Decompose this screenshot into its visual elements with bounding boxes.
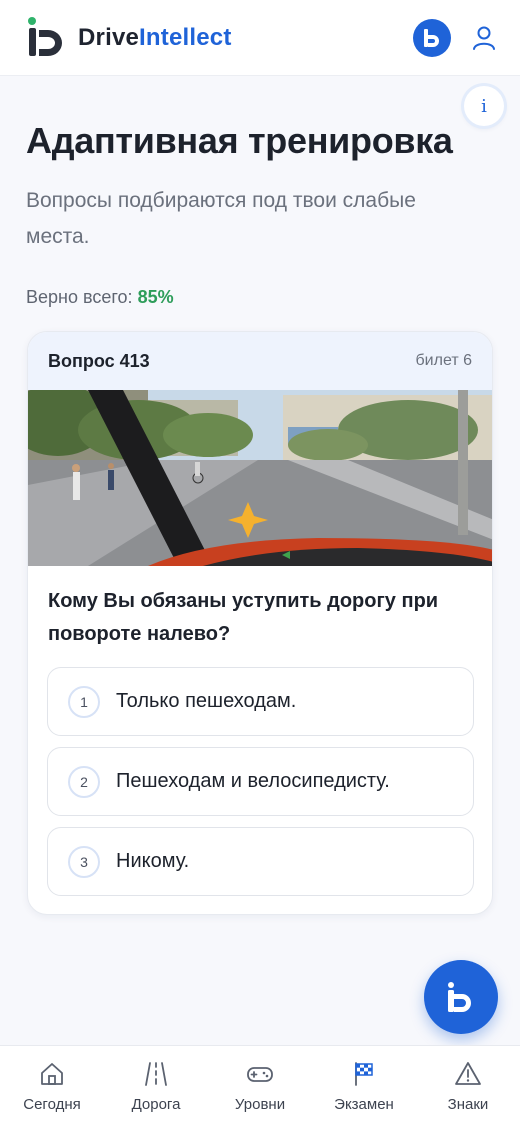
bottom-navigation: Сегодня Дорога Уровни Экзамен Знаки: [0, 1045, 520, 1125]
nav-label: Сегодня: [23, 1096, 81, 1113]
answer-text: Никому.: [116, 850, 190, 872]
brand-part-intellect: Intellect: [139, 24, 232, 51]
answer-number: 2: [68, 766, 100, 798]
brand-badge-button[interactable]: [413, 19, 451, 57]
info-icon: i: [481, 95, 487, 117]
score-label: Верно всего:: [26, 287, 133, 307]
answer-option-2[interactable]: 2 Пешеходам и велосипедисту.: [47, 747, 474, 816]
road-icon: [145, 1062, 167, 1086]
question-card-header: Вопрос 413 билет 6: [28, 332, 492, 390]
ticket-label: билет 6: [415, 352, 472, 369]
nav-label: Уровни: [234, 1096, 286, 1113]
brand-name[interactable]: DriveIntellect: [78, 24, 232, 52]
answer-text: Пешеходам и велосипедисту.: [116, 770, 390, 792]
nav-item-road[interactable]: Дорога: [104, 1046, 208, 1125]
warning-sign-icon: [455, 1062, 481, 1085]
answer-option-3[interactable]: 3 Никому.: [47, 827, 474, 896]
page-title: Адаптивная тренировка: [26, 120, 453, 161]
nav-item-levels[interactable]: Уровни: [208, 1046, 312, 1125]
brand-b-icon: [448, 982, 471, 1012]
nav-label: Дорога: [131, 1096, 181, 1113]
nav-item-signs[interactable]: Знаки: [416, 1046, 520, 1125]
question-image: [28, 390, 492, 566]
logo-icon[interactable]: [26, 16, 66, 60]
answer-number: 1: [68, 686, 100, 718]
app-header: DriveIntellect: [0, 0, 520, 76]
brand-b-icon: [424, 29, 439, 47]
nav-item-today[interactable]: Сегодня: [0, 1046, 104, 1125]
gamepad-icon: [247, 1067, 273, 1082]
answer-option-1[interactable]: 1 Только пешеходам.: [47, 667, 474, 736]
answer-number: 3: [68, 846, 100, 878]
nav-item-exam[interactable]: Экзамен: [312, 1046, 416, 1125]
score-line: Верно всего: 85%: [26, 287, 174, 308]
question-text: Кому Вы обязаны уступить дорогу при пово…: [48, 590, 439, 645]
score-value: 85%: [137, 287, 174, 307]
brand-part-drive: Drive: [78, 24, 140, 51]
nav-label: Экзамен: [334, 1096, 394, 1113]
answer-text: Только пешеходам.: [116, 690, 297, 712]
page-subtitle: Вопросы подбираются под твои слабые мест…: [26, 189, 416, 248]
question-card: Вопрос 413 билет 6 Кому Вы обязаны уступ…: [27, 331, 493, 915]
assistant-fab-button[interactable]: [424, 960, 498, 1034]
question-number: Вопрос 413: [48, 351, 150, 371]
checkered-flag-icon: [355, 1062, 373, 1086]
user-icon[interactable]: [470, 24, 498, 52]
nav-label: Знаки: [447, 1096, 489, 1113]
home-icon: [41, 1063, 63, 1085]
info-button[interactable]: i: [464, 86, 504, 126]
